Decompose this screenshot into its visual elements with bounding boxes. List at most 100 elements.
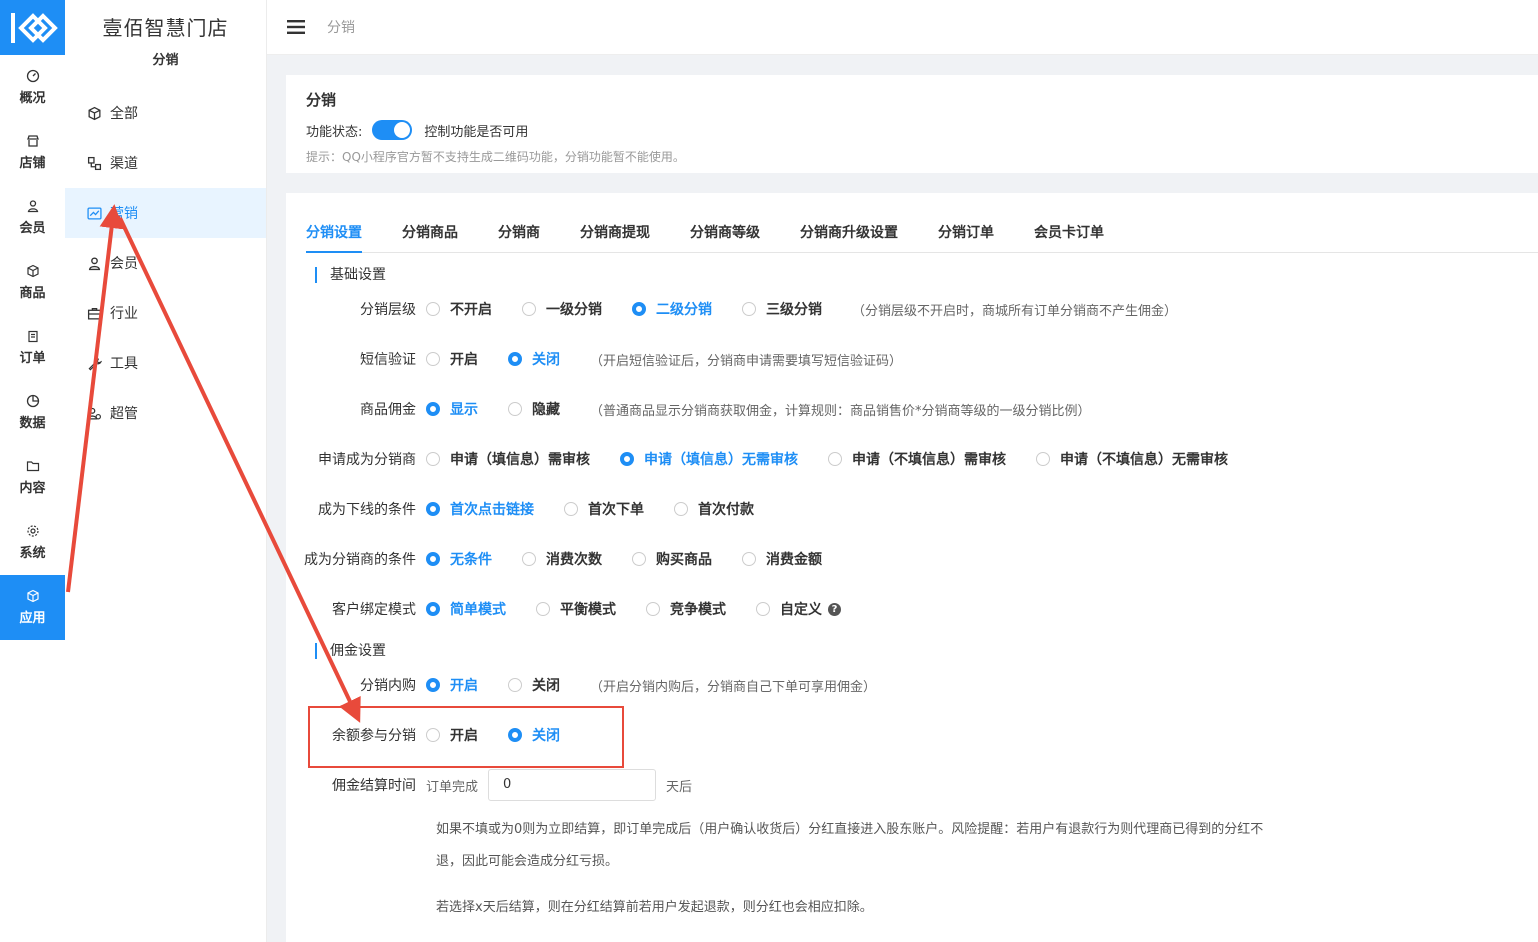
radio-option[interactable]: 竞争模式: [646, 599, 726, 619]
tab[interactable]: 分销商: [498, 223, 540, 253]
radio-circle[interactable]: [536, 602, 550, 616]
radio-option[interactable]: 申请（不填信息）需审核: [828, 449, 1006, 469]
radio-circle[interactable]: [564, 502, 578, 516]
radio-option[interactable]: 平衡模式: [536, 599, 616, 619]
radio-option-label: 隐藏: [532, 402, 560, 418]
rail-item[interactable]: 数据: [0, 380, 65, 445]
subnav-item[interactable]: 行业: [65, 288, 266, 338]
radio-option[interactable]: 消费次数: [522, 549, 602, 569]
breadcrumb[interactable]: 分销: [327, 17, 355, 37]
radio-circle[interactable]: [426, 552, 440, 566]
rail-item[interactable]: 概况: [0, 55, 65, 120]
radio-option[interactable]: 三级分销: [742, 299, 822, 319]
radio-option[interactable]: 显示: [426, 399, 478, 419]
icon-rail: 概况 店铺 会员 商品 订单 数据 内容系统应用: [0, 0, 65, 942]
radio-circle[interactable]: [828, 452, 842, 466]
shop-name: 壹佰智慧门店: [102, 16, 229, 40]
radio-option[interactable]: 关闭: [508, 349, 560, 369]
radio-option[interactable]: 关闭: [508, 675, 560, 695]
tab[interactable]: 分销商升级设置: [800, 223, 898, 253]
radio-option[interactable]: 开启: [426, 349, 478, 369]
radio-option[interactable]: 首次点击链接: [426, 499, 534, 519]
subnav-item-label: 行业: [110, 306, 138, 322]
rail-item-label: 系统: [19, 546, 46, 561]
rail-item[interactable]: 会员: [0, 185, 65, 250]
radio-option[interactable]: 隐藏: [508, 399, 560, 419]
radio-circle[interactable]: [426, 602, 440, 616]
radio-option[interactable]: 购买商品: [632, 549, 712, 569]
radio-option[interactable]: 申请（填信息）需审核: [426, 449, 590, 469]
clipboard-icon: [27, 330, 38, 343]
setting-note: （分销层级不开启时，商城所有订单分销商不产生佣金）: [852, 303, 1178, 319]
radio-option[interactable]: 不开启: [426, 299, 492, 319]
subnav-item[interactable]: 营销: [65, 188, 266, 238]
radio-option[interactable]: 无条件: [426, 549, 492, 569]
help-icon[interactable]: ?: [828, 602, 841, 616]
radio-option[interactable]: 简单模式: [426, 599, 506, 619]
radio-circle[interactable]: [522, 302, 536, 316]
tab[interactable]: 分销订单: [938, 223, 994, 253]
radio-circle[interactable]: [508, 352, 522, 366]
rail-item[interactable]: 应用: [0, 575, 65, 640]
hint-text: 提示：QQ小程序官方暂不支持生成二维码功能，分销功能暂不能使用。: [306, 150, 685, 164]
radio-circle[interactable]: [756, 602, 770, 616]
feature-toggle[interactable]: [372, 120, 413, 140]
rail-item[interactable]: 店铺: [0, 120, 65, 185]
section-commission-settings: 佣金设置: [315, 643, 386, 659]
subnav-item[interactable]: 会员: [65, 238, 266, 288]
user-icon: [88, 256, 101, 270]
tab[interactable]: 分销商品: [402, 223, 458, 253]
radio-option[interactable]: 申请（填信息）无需审核: [620, 449, 798, 469]
radio-circle[interactable]: [426, 678, 440, 692]
radio-circle[interactable]: [620, 452, 634, 466]
radio-circle[interactable]: [522, 552, 536, 566]
rail-item[interactable]: 订单: [0, 315, 65, 380]
subnav-item[interactable]: 工具: [65, 338, 266, 388]
setting-note: （开启分销内购后，分销商自己下单可享用佣金）: [590, 679, 877, 695]
radio-option-label: 首次下单: [588, 502, 644, 518]
tab[interactable]: 分销设置: [306, 223, 362, 253]
radio-circle[interactable]: [632, 302, 646, 316]
subnav-item[interactable]: 渠道: [65, 138, 266, 188]
radio-circle[interactable]: [508, 402, 522, 416]
radio-option[interactable]: 自定义?: [756, 599, 841, 619]
setting-row: 分销层级 不开启 一级分销 二级分销 三级分销 （分销层级不开启时，商城所有订单分销商不产…: [286, 297, 1538, 321]
radio-option[interactable]: 首次付款: [674, 499, 754, 519]
radio-circle[interactable]: [426, 402, 440, 416]
radio-option[interactable]: 消费金额: [742, 549, 822, 569]
radio-circle[interactable]: [426, 302, 440, 316]
radio-option-label: 关闭: [532, 352, 560, 368]
radio-circle[interactable]: [632, 552, 646, 566]
radio-option[interactable]: 二级分销: [632, 299, 712, 319]
tab[interactable]: 会员卡订单: [1034, 223, 1104, 253]
brand-logo[interactable]: [0, 0, 65, 55]
radio-circle[interactable]: [426, 352, 440, 366]
setting-note: （开启短信验证后，分销商申请需要填写短信验证码）: [590, 353, 903, 369]
setting-note: （普通商品显示分销商获取佣金，计算规则：商品销售价*分销商等级的一级分销比例）: [590, 403, 1091, 419]
setting-row: 申请成为分销商 申请（填信息）需审核 申请（填信息）无需审核 申请（不填信息）需审核 申…: [286, 447, 1538, 471]
tab[interactable]: 分销商提现: [580, 223, 650, 253]
radio-option[interactable]: 申请（不填信息）无需审核: [1036, 449, 1228, 469]
radio-circle[interactable]: [742, 552, 756, 566]
radio-circle[interactable]: [674, 502, 688, 516]
tab[interactable]: 分销商等级: [690, 223, 760, 253]
subnav-item-label: 渠道: [110, 156, 138, 172]
radio-circle[interactable]: [508, 678, 522, 692]
radio-option[interactable]: 首次下单: [564, 499, 644, 519]
radio-option[interactable]: 开启: [426, 675, 478, 695]
annotation-highlight-box: [308, 706, 624, 768]
settle-days-input[interactable]: 0: [488, 769, 657, 801]
radio-circle[interactable]: [1036, 452, 1050, 466]
radio-circle[interactable]: [426, 502, 440, 516]
menu-toggle-icon[interactable]: [287, 20, 305, 34]
rail-item[interactable]: 商品: [0, 250, 65, 315]
rail-item[interactable]: 内容: [0, 445, 65, 510]
radio-circle[interactable]: [742, 302, 756, 316]
subnav-item[interactable]: 全部: [65, 88, 266, 138]
radio-option[interactable]: 一级分销: [522, 299, 602, 319]
radio-circle[interactable]: [426, 452, 440, 466]
radio-circle[interactable]: [646, 602, 660, 616]
rail-item[interactable]: 系统: [0, 510, 65, 575]
subnav-item[interactable]: 超管: [65, 388, 266, 438]
radio-option-label: 申请（不填信息）需审核: [852, 452, 1006, 468]
